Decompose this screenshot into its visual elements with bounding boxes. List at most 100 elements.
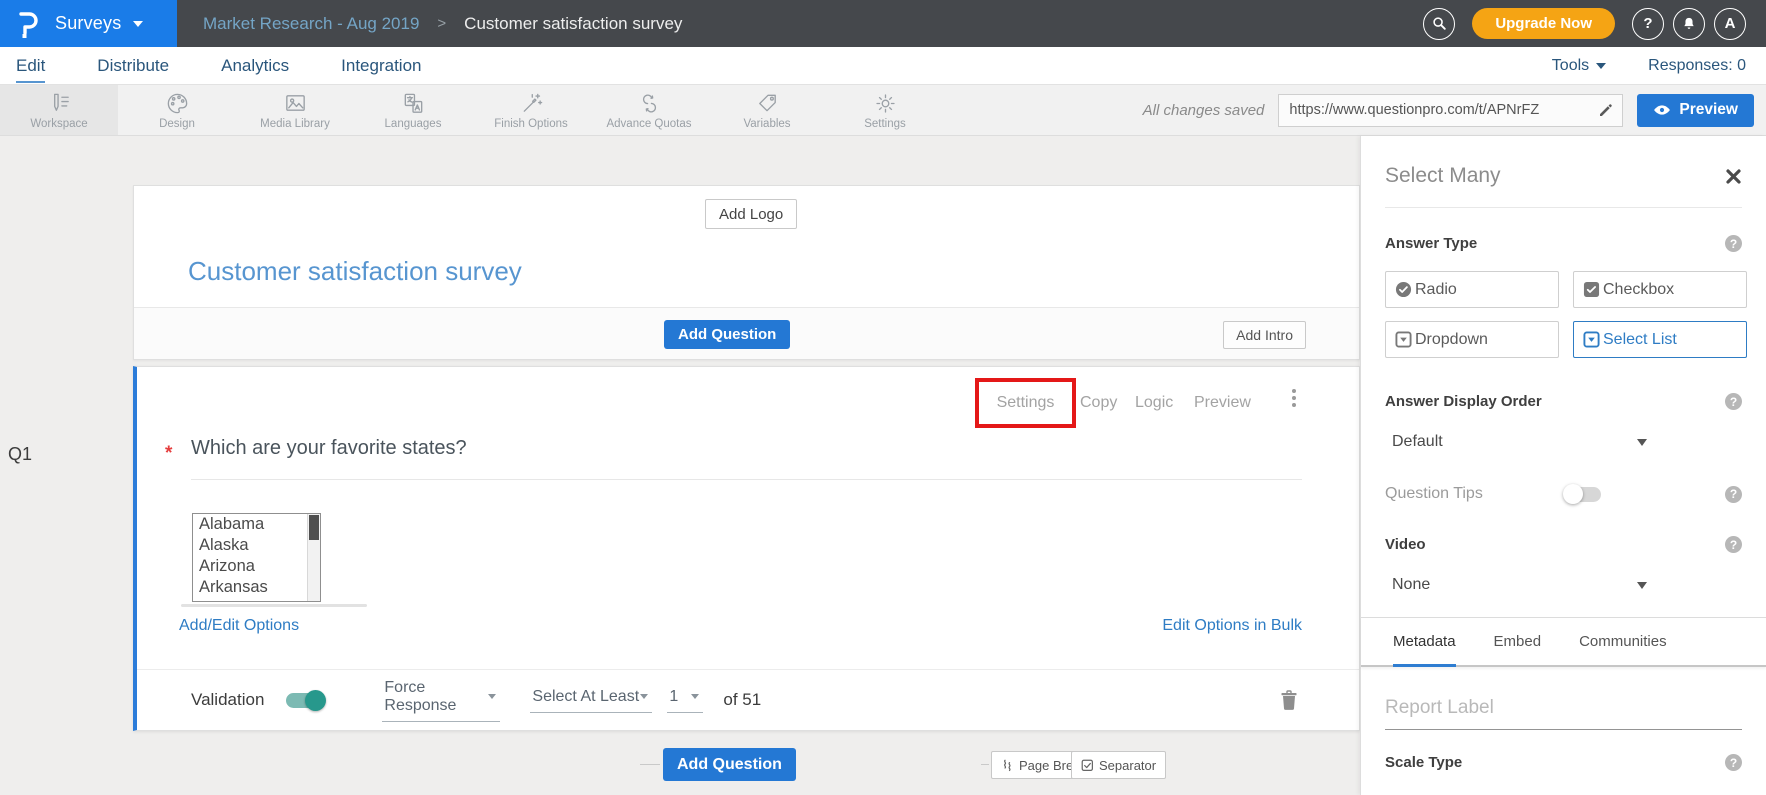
tools-menu[interactable]: Tools [1552,57,1606,75]
answer-type-checkbox[interactable]: Checkbox [1573,271,1747,308]
add-question-button-top[interactable]: Add Question [664,320,790,349]
tab-integration[interactable]: Integration [341,49,421,83]
close-icon[interactable] [1725,168,1742,185]
dropdown-square-icon [1395,331,1412,348]
question-tips-label: Question Tips [1385,485,1565,503]
add-question-button-bottom[interactable]: Add Question [663,748,796,781]
scrollbar-thumb[interactable] [309,515,319,540]
question-settings-button[interactable]: Settings [997,394,1055,412]
answer-type-dropdown[interactable]: Dropdown [1385,321,1559,358]
answer-type-select-list[interactable]: Select List [1573,321,1747,358]
tab-communities[interactable]: Communities [1579,633,1667,665]
chevron-down-icon [691,694,699,699]
toolbar-item-design[interactable]: Design [118,85,236,135]
surveys-menu[interactable]: Surveys [0,0,177,47]
question-tips-row: Question Tips [1385,485,1742,503]
nav-right: Tools Responses: 0 [1552,57,1750,75]
chevron-down-icon [133,21,143,27]
questionpro-survey-editor: Surveys Market Research - Aug 2019 > Cus… [0,0,1766,795]
validation-toggle[interactable] [286,693,322,708]
survey-url-input[interactable] [1278,94,1623,127]
answer-options: AlabamaAlaskaArizonaArkansas [193,514,320,598]
toggle-knob [305,690,326,711]
minimum-count-select[interactable]: 1 [667,688,703,713]
question-number-label: Q1 [8,444,32,465]
toolbar-item-finish-options[interactable]: Finish Options [472,85,590,135]
toolbar-item-languages[interactable]: Languages [354,85,472,135]
toolbar-item-advance-quotas[interactable]: Advance Quotas [590,85,708,135]
upgrade-now-button[interactable]: Upgrade Now [1472,8,1615,39]
validation-label: Validation [191,690,264,710]
answer-type-radio[interactable]: Radio [1385,271,1559,308]
radio-check-circle-icon [1395,281,1412,298]
video-select[interactable]: None [1385,576,1647,594]
tab-metadata[interactable]: Metadata [1393,633,1456,667]
account-avatar[interactable]: A [1714,8,1746,40]
toolbar-item-media-library[interactable]: Media Library [236,85,354,135]
answer-option[interactable]: Arkansas [193,577,320,598]
sidebar-divider [1385,207,1742,208]
search-button[interactable] [1423,8,1455,40]
listbox-scrollbar[interactable] [307,514,320,601]
tab-edit[interactable]: Edit [16,49,45,83]
chevron-down-icon [1637,439,1647,446]
connector-dash [640,764,660,765]
validation-row: Validation Force Response Select At Leas… [137,670,1359,730]
help-icon[interactable] [1725,486,1742,503]
design-palette-icon [165,91,190,116]
question-copy-button[interactable]: Copy [1080,394,1117,412]
select-at-least-select[interactable]: Select At Least [530,688,652,713]
display-order-value: Default [1392,433,1443,451]
help-icon[interactable] [1725,235,1742,252]
of-total-label: of 51 [723,690,761,710]
edit-url-pencil-icon[interactable] [1597,101,1615,119]
answer-option[interactable]: Alaska [193,535,320,556]
chevron-down-icon [1596,63,1606,69]
help-icon[interactable] [1725,536,1742,553]
chevron-down-icon [640,694,648,699]
question-more-menu-icon[interactable] [1285,389,1303,407]
checkbox-icon [1583,281,1600,298]
preview-button[interactable]: Preview [1637,94,1754,127]
help-icon[interactable] [1725,393,1742,410]
answer-option[interactable]: Arizona [193,556,320,577]
add-logo-button[interactable]: Add Logo [705,199,797,229]
help-button[interactable]: ? [1632,8,1664,40]
survey-title[interactable]: Customer satisfaction survey [188,256,522,287]
delete-question-trash-icon[interactable] [1277,688,1301,712]
answer-option[interactable]: Alabama [193,514,320,535]
media-library-icon [283,91,308,116]
answer-select-list[interactable]: AlabamaAlaskaArizonaArkansas [192,513,321,602]
display-order-label: Answer Display Order [1385,393,1542,410]
separator-button[interactable]: Separator [1071,751,1166,779]
quota-links-icon [637,91,662,116]
question-card: Settings Copy Logic Preview * Which are … [133,366,1360,731]
topbar-actions: Upgrade Now ? A [1423,0,1746,47]
tab-embed[interactable]: Embed [1494,633,1542,665]
report-label-input[interactable] [1385,694,1742,730]
question-preview-button[interactable]: Preview [1194,394,1251,412]
responses-count[interactable]: Responses: 0 [1648,57,1746,75]
question-text[interactable]: Which are your favorite states? [191,437,467,460]
breadcrumb: Market Research - Aug 2019 > Customer sa… [203,14,682,34]
toolbar-item-settings[interactable]: Settings [826,85,944,135]
question-tips-toggle[interactable] [1565,487,1601,502]
add-edit-options-link[interactable]: Add/Edit Options [179,617,299,635]
help-icon[interactable] [1725,754,1742,771]
tab-distribute[interactable]: Distribute [97,49,169,83]
toolbar-item-variables[interactable]: Variables [708,85,826,135]
add-intro-button[interactable]: Add Intro [1223,321,1306,349]
toolbar-item-workspace[interactable]: Workspace [0,85,118,135]
force-response-select[interactable]: Force Response [382,679,500,722]
product-label: Surveys [55,13,121,34]
notifications-button[interactable] [1673,8,1705,40]
breadcrumb-folder[interactable]: Market Research - Aug 2019 [203,14,419,34]
edit-options-in-bulk-link[interactable]: Edit Options in Bulk [1162,617,1302,635]
questionpro-logo [16,10,42,38]
settings-highlight-annotation: Settings [975,378,1076,428]
display-order-select[interactable]: Default [1385,433,1647,451]
question-logic-button[interactable]: Logic [1135,394,1173,412]
sidebar-tabs: Metadata Embed Communities [1385,633,1742,665]
breadcrumb-separator: > [437,15,446,32]
tab-analytics[interactable]: Analytics [221,49,289,83]
